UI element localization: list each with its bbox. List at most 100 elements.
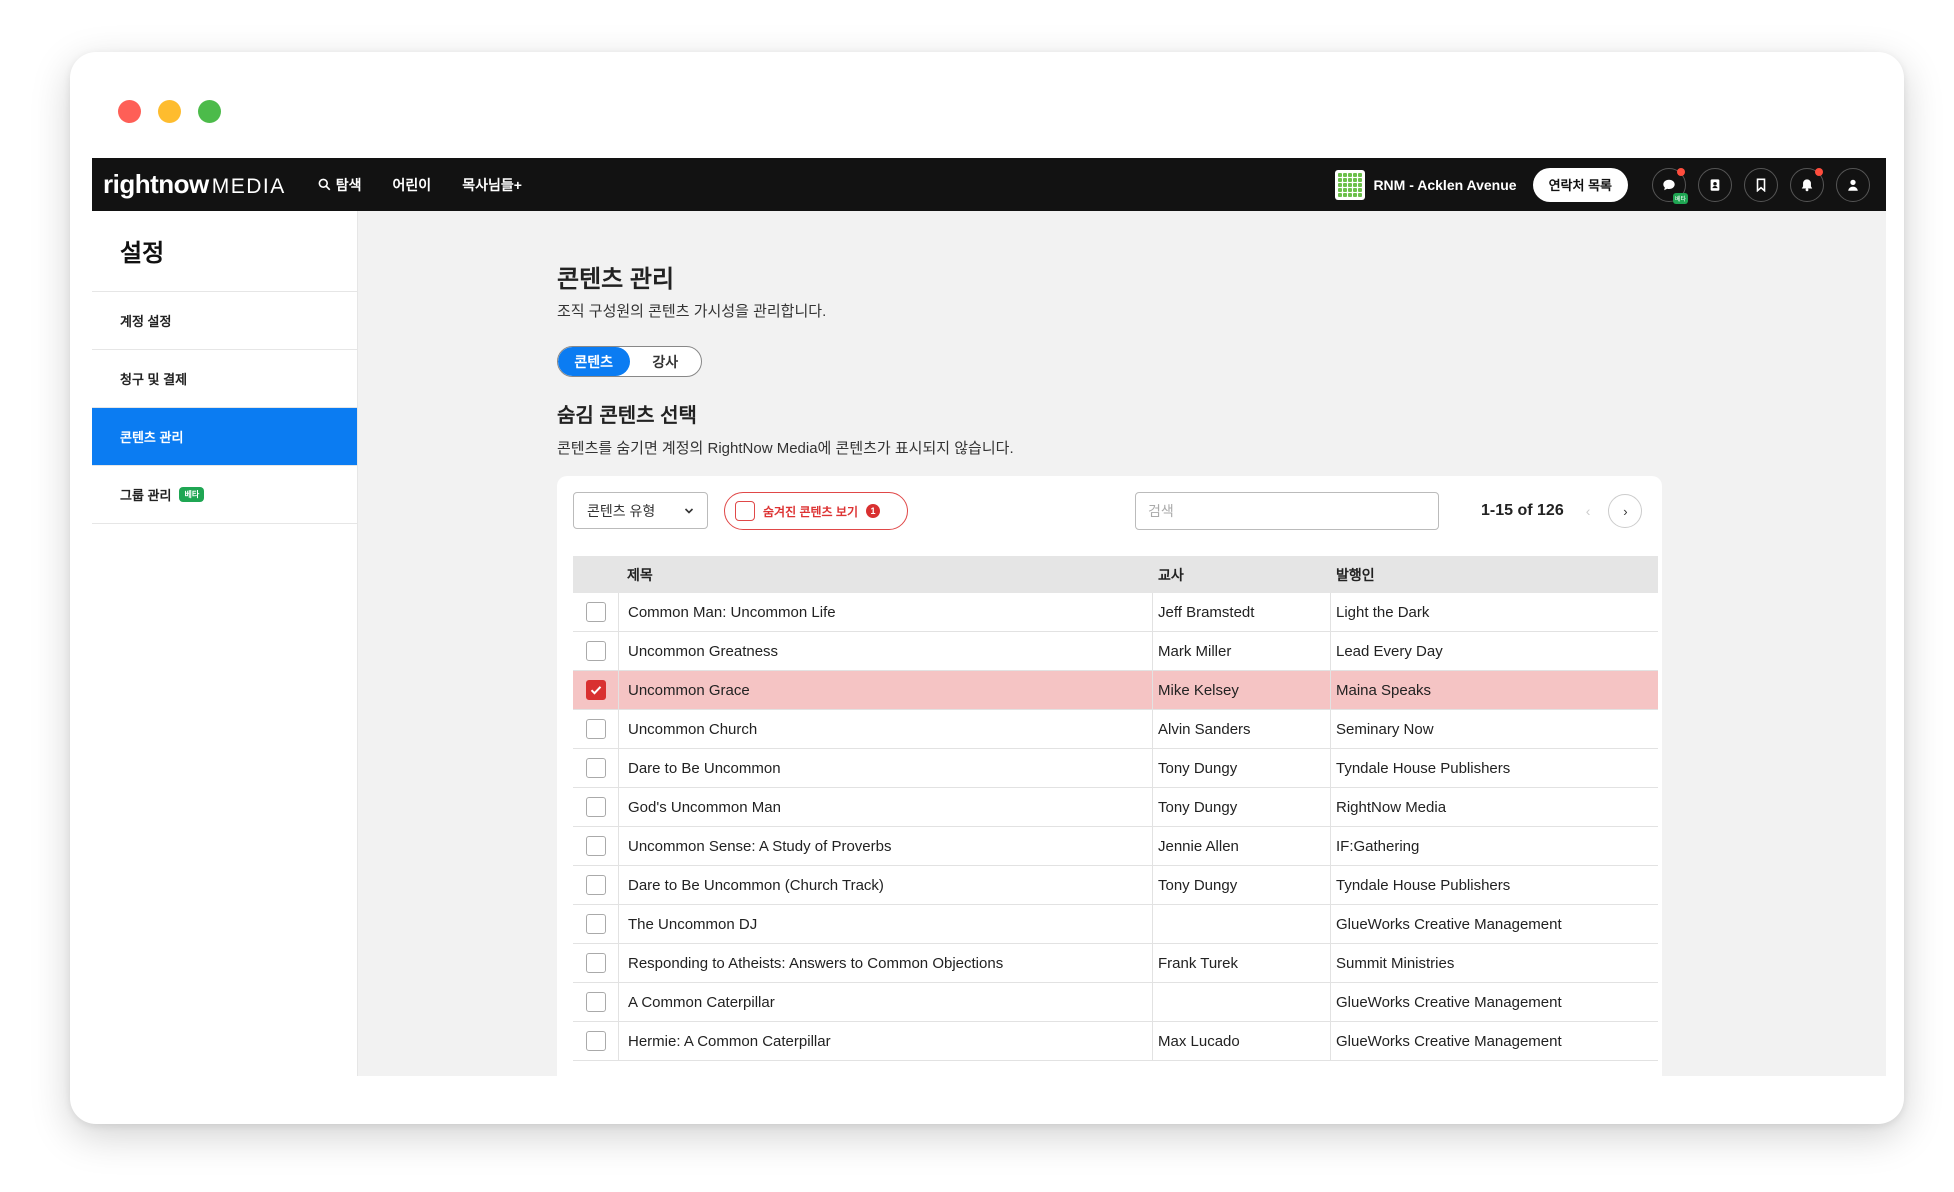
profile-button[interactable]	[1836, 167, 1870, 202]
row-checkbox[interactable]	[585, 758, 606, 778]
row-checkbox-cell	[573, 710, 618, 748]
table-row[interactable]: A Common Caterpillar GlueWorks Creative M…	[573, 983, 1658, 1022]
table-row[interactable]: Common Man: Uncommon Life Jeff Bramstedt L…	[573, 593, 1658, 632]
table-row[interactable]: Hermie: A Common Caterpillar Max Lucado Gl…	[573, 1022, 1658, 1061]
checkmark-icon	[590, 686, 601, 695]
sidebar-item-billing[interactable]: 청구 및 결제	[92, 350, 357, 408]
main-nav: 탐색 어린이 목사님들+	[318, 175, 522, 195]
row-checkbox-cell	[573, 749, 618, 787]
prev-page-button[interactable]: ‹	[1586, 503, 1591, 519]
row-checkbox[interactable]	[585, 680, 606, 700]
table-row[interactable]: Dare to Be Uncommon (Church Track) Tony D…	[573, 866, 1658, 905]
row-checkbox[interactable]	[585, 992, 606, 1012]
column-header-publisher[interactable]: 발행인	[1331, 556, 1658, 593]
cell-title: Dare to Be Uncommon	[618, 749, 1153, 787]
cell-title: Dare to Be Uncommon (Church Track)	[618, 866, 1153, 904]
sidebar-item-label: 그룹 관리	[120, 488, 172, 503]
row-checkbox[interactable]	[585, 953, 606, 973]
cell-publisher: GlueWorks Creative Management	[1336, 915, 1562, 933]
table-row[interactable]: Uncommon Grace Mike Kelsey Maina Speaks	[573, 671, 1658, 710]
row-checkbox[interactable]	[585, 1031, 606, 1051]
show-hidden-checkbox[interactable]	[735, 501, 755, 521]
maximize-window-button[interactable]	[198, 100, 221, 123]
row-checkbox[interactable]	[585, 914, 606, 934]
contacts-list-button[interactable]: 연락처 목록	[1532, 167, 1628, 202]
sidebar-item-account-settings[interactable]: 계정 설정	[92, 292, 357, 350]
cell-title: Uncommon Church	[618, 710, 1153, 748]
row-checkbox-cell	[573, 1022, 618, 1060]
sidebar-item-content-management[interactable]: 콘텐츠 관리	[92, 408, 357, 466]
chat-bubble-icon	[1663, 179, 1675, 190]
row-checkbox[interactable]	[585, 719, 606, 739]
cell-teacher	[1153, 905, 1331, 943]
content-table-panel: 콘텐츠 유형 숨겨진 콘텐츠 보기 1 1-15 of 126 ‹ ›	[557, 476, 1662, 1076]
cell-title: Uncommon Sense: A Study of Proverbs	[618, 827, 1153, 865]
cell-teacher: Tony Dungy	[1153, 788, 1331, 826]
nav-item-pastors-plus[interactable]: 목사님들+	[462, 175, 522, 195]
row-checkbox[interactable]	[585, 836, 606, 856]
messages-button[interactable]: 베타	[1652, 167, 1688, 204]
sidebar-item-label: 콘텐츠 관리	[120, 430, 184, 445]
contacts-book-button[interactable]	[1698, 167, 1732, 202]
table-row[interactable]: Uncommon Church Alvin Sanders Seminary Now	[573, 710, 1658, 749]
org-logo-icon	[1335, 169, 1366, 200]
cell-title: Responding to Atheists: Answers to Commo…	[618, 944, 1153, 982]
org-name: RNM - Acklen Avenue	[1373, 176, 1517, 193]
table-row[interactable]: Uncommon Greatness Mark Miller Lead Every …	[573, 632, 1658, 671]
top-navbar: rightnow MEDIA 탐색 어린이 목사님들+ RNM - Acklen…	[92, 158, 1886, 211]
notification-dot	[1677, 167, 1685, 176]
rightnow-media-logo[interactable]: rightnow MEDIA	[103, 169, 286, 200]
sidebar-item-label: 계정 설정	[120, 314, 172, 329]
nav-item-label: 어린이	[392, 176, 432, 193]
cell-teacher: Mark Miller	[1153, 632, 1331, 670]
table-row[interactable]: God's Uncommon Man Tony Dungy RightNow Med…	[573, 788, 1658, 827]
cell-teacher: Alvin Sanders	[1153, 710, 1331, 748]
row-checkbox[interactable]	[585, 875, 606, 895]
minimize-window-button[interactable]	[158, 100, 181, 123]
cell-publisher: Maina Speaks	[1336, 681, 1432, 699]
close-window-button[interactable]	[118, 100, 141, 123]
column-header-title[interactable]: 제목	[618, 556, 1153, 593]
tab-instructors[interactable]: 강사	[630, 347, 702, 376]
bookmark-icon	[1756, 178, 1766, 192]
window-controls	[118, 100, 221, 123]
app-window: rightnow MEDIA 탐색 어린이 목사님들+ RNM - Acklen…	[70, 52, 1904, 1124]
notifications-button[interactable]	[1790, 167, 1824, 202]
next-page-button[interactable]: ›	[1608, 494, 1643, 528]
cell-teacher: Tony Dungy	[1153, 749, 1331, 787]
nav-right-group: RNM - Acklen Avenue 연락처 목록 베타	[1335, 167, 1870, 204]
content-type-select[interactable]: 콘텐츠 유형	[573, 492, 708, 529]
row-checkbox-cell	[573, 788, 618, 826]
sidebar-item-label: 청구 및 결제	[120, 372, 188, 387]
org-switcher[interactable]: RNM - Acklen Avenue	[1335, 169, 1517, 200]
table-row[interactable]: Responding to Atheists: Answers to Commo…	[573, 944, 1658, 983]
row-checkbox-cell	[573, 827, 618, 865]
tab-content[interactable]: 콘텐츠	[558, 347, 630, 376]
column-header-teacher[interactable]: 교사	[1153, 556, 1331, 593]
content-table: 제목 교사 발행인 Common Man: Uncommon Life Jeff …	[573, 556, 1658, 1061]
cell-title: The Uncommon DJ	[618, 905, 1153, 943]
saved-button[interactable]	[1744, 167, 1778, 202]
table-row[interactable]: Uncommon Sense: A Study of Proverbs Jenni…	[573, 827, 1658, 866]
cell-teacher: Frank Turek	[1153, 944, 1331, 982]
section-title: 숨김 콘텐츠 선택	[557, 405, 697, 427]
table-row[interactable]: Dare to Be Uncommon Tony Dungy Tyndale Hou…	[573, 749, 1658, 788]
search-input[interactable]	[1135, 492, 1439, 530]
row-checkbox[interactable]	[585, 602, 606, 622]
show-hidden-content-toggle[interactable]: 숨겨진 콘텐츠 보기 1	[724, 492, 908, 530]
page-subtitle: 조직 구성원의 콘텐츠 가시성을 관리합니다.	[557, 303, 827, 320]
row-checkbox[interactable]	[585, 797, 606, 817]
show-hidden-label: 숨겨진 콘텐츠 보기	[763, 504, 858, 519]
search-icon	[318, 178, 331, 191]
nav-item-explore[interactable]: 탐색	[318, 175, 362, 195]
table-row[interactable]: The Uncommon DJ GlueWorks Creative Manage…	[573, 905, 1658, 944]
notification-dot	[1815, 167, 1823, 176]
sidebar-item-group-management[interactable]: 그룹 관리 베타	[92, 466, 357, 524]
row-checkbox[interactable]	[585, 641, 606, 661]
nav-item-kids[interactable]: 어린이	[393, 175, 432, 195]
cell-publisher: Tyndale House Publishers	[1336, 876, 1511, 894]
chevron-down-icon	[684, 507, 694, 514]
row-checkbox-cell	[573, 866, 618, 904]
cell-teacher: Jeff Bramstedt	[1153, 593, 1331, 631]
bell-icon	[1801, 178, 1813, 191]
